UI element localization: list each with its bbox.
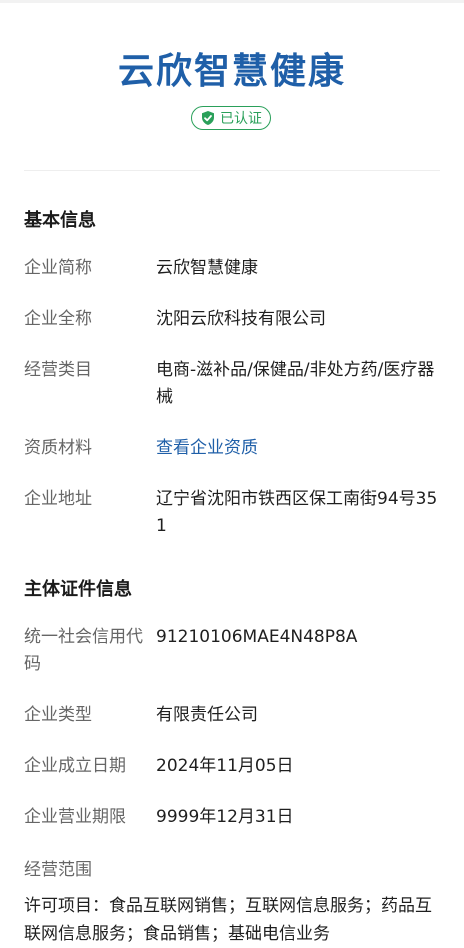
verified-label: 已认证 [220, 111, 262, 127]
company-title: 云欣智慧健康 [117, 51, 346, 92]
row-label: 经营类目 [24, 360, 92, 380]
info-row-founded-date: 企业成立日期 2024年11月05日 [24, 753, 444, 780]
row-label: 企业全称 [24, 309, 92, 329]
row-value: 有限责任公司 [156, 705, 258, 725]
row-label: 企业成立日期 [24, 756, 126, 776]
row-value: 9999年12月31日 [156, 807, 294, 827]
row-value: 电商-滋补品/保健品/非处方药/医疗器械 [156, 360, 435, 407]
verified-badge: 已认证 [191, 106, 271, 130]
row-value: 91210106MAE4N48P8A [156, 627, 358, 647]
row-value: 沈阳云欣科技有限公司 [156, 309, 326, 329]
row-value: 云欣智慧健康 [156, 258, 258, 278]
info-row-qualification: 资质材料 查看企业资质 [24, 435, 444, 462]
row-label: 企业类型 [24, 705, 92, 725]
row-label: 统一社会信用代码 [24, 627, 143, 674]
business-scope-text: 许可项目：食品互联网销售；互联网信息服务；药品互联网信息服务；食品销售；基础电信… [24, 896, 432, 944]
view-qualification-link[interactable]: 查看企业资质 [156, 435, 442, 462]
business-scope-label: 经营范围 [24, 860, 92, 880]
info-row-credit-code: 统一社会信用代码 91210106MAE4N48P8A [24, 624, 444, 678]
row-label: 企业简称 [24, 258, 92, 278]
license-info-title: 主体证件信息 [24, 579, 132, 600]
info-row-full-name: 企业全称 沈阳云欣科技有限公司 [24, 306, 444, 333]
row-value: 2024年11月05日 [156, 756, 294, 776]
info-row-business-term: 企业营业期限 9999年12月31日 [24, 804, 444, 831]
row-label: 企业营业期限 [24, 807, 126, 827]
row-label: 企业地址 [24, 489, 92, 509]
info-row-address: 企业地址 辽宁省沈阳市铁西区保工南街94号351 [24, 486, 444, 540]
top-bar [0, 0, 464, 3]
row-value: 辽宁省沈阳市铁西区保工南街94号351 [156, 489, 438, 536]
info-row-category: 经营类目 电商-滋补品/保健品/非处方药/医疗器械 [24, 357, 444, 411]
info-row-short-name: 企业简称 云欣智慧健康 [24, 255, 444, 282]
basic-info-title: 基本信息 [24, 210, 96, 231]
divider [24, 170, 440, 171]
shield-check-icon [202, 111, 214, 125]
row-label: 资质材料 [24, 438, 92, 458]
info-row-company-type: 企业类型 有限责任公司 [24, 702, 444, 729]
